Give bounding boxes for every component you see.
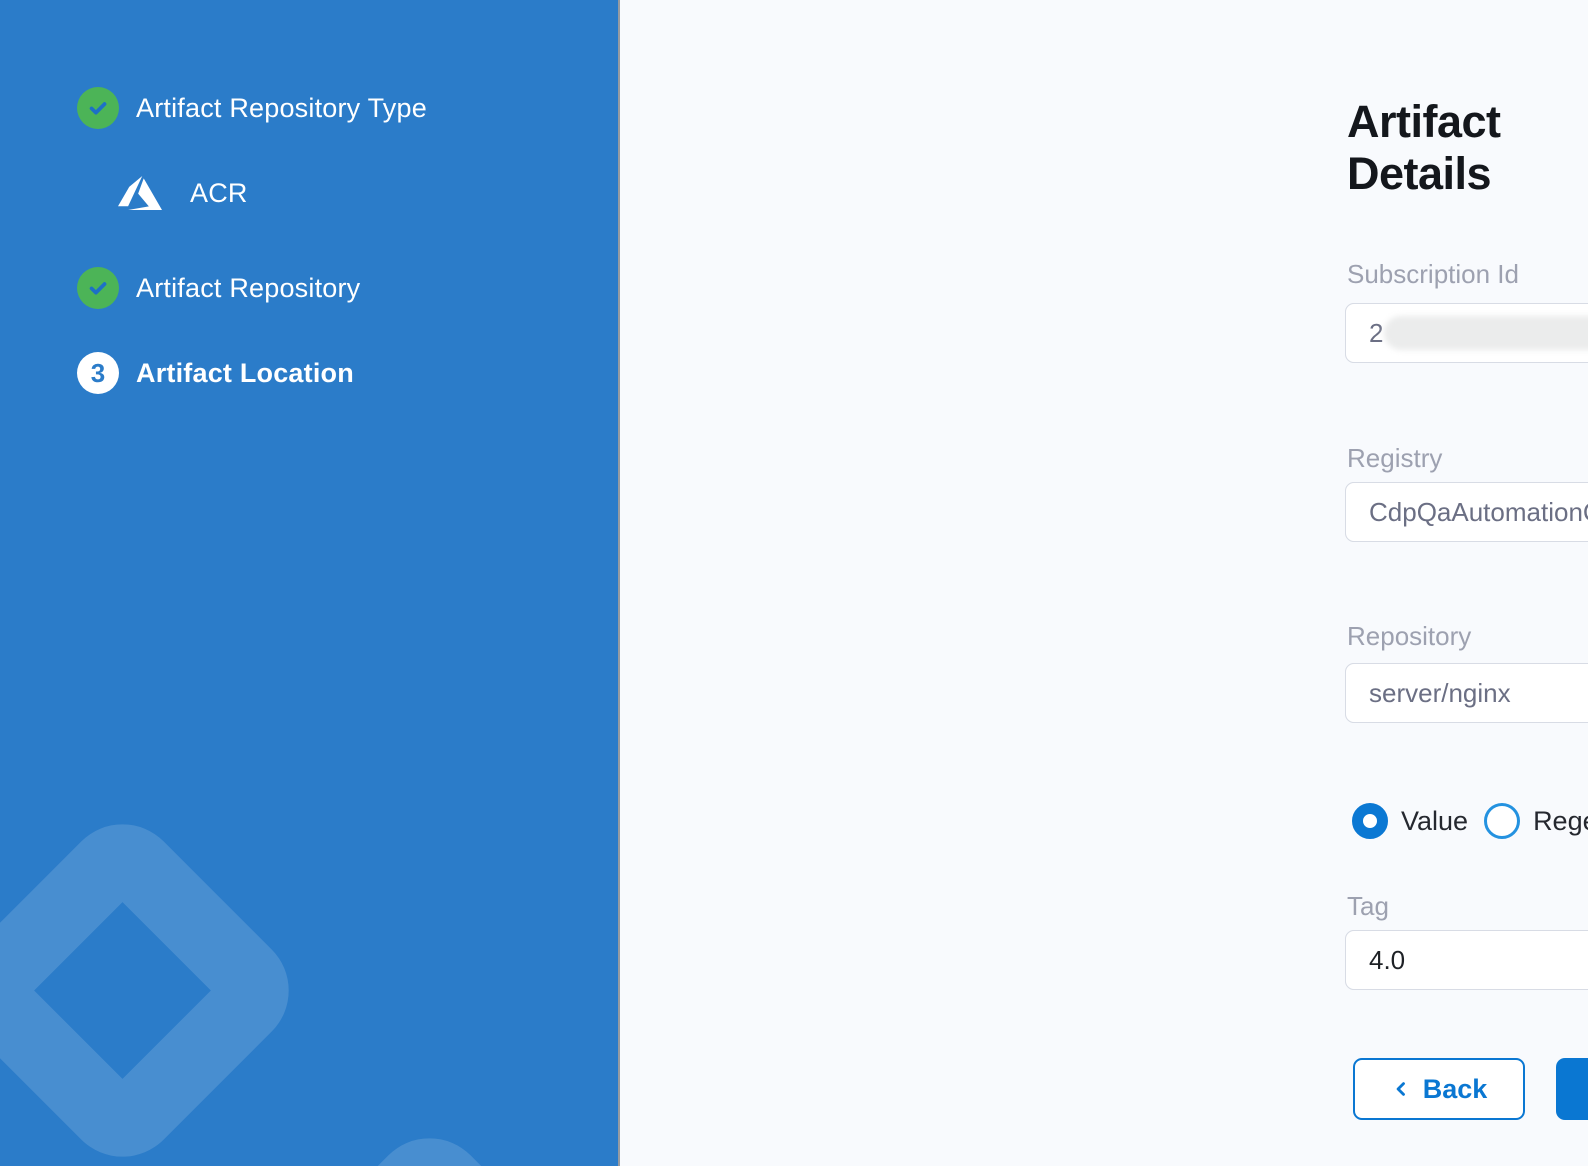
radio-regex-label: Regex xyxy=(1533,806,1588,837)
subscription-id-field: 2 9dcf0 xyxy=(1345,303,1588,363)
watermark-logo-shape xyxy=(0,1104,16,1166)
page-title: Artifact Details xyxy=(1347,96,1588,200)
subscription-id-label: Subscription Id xyxy=(1347,259,1519,290)
registry-value: CdpQaAutomationCr xyxy=(1369,497,1588,528)
radio-regex[interactable] xyxy=(1484,803,1520,839)
repository-select[interactable]: server/nginx xyxy=(1345,663,1588,723)
step-artifact-location[interactable]: 3 Artifact Location xyxy=(77,352,354,394)
artifact-details-panel: Artifact Details Subscription Id 2 9dcf0… xyxy=(620,0,1588,1166)
step-label: Artifact Location xyxy=(136,358,354,389)
wizard-sidebar: Artifact Repository Type ACR Artifact Re… xyxy=(0,0,620,1166)
radio-value[interactable] xyxy=(1352,803,1388,839)
tag-value: 4.0 xyxy=(1369,945,1405,976)
tag-input[interactable]: 4.0 xyxy=(1345,930,1588,990)
registry-label: Registry xyxy=(1347,443,1442,474)
subscription-id-value-prefix: 2 xyxy=(1369,318,1383,349)
step-artifact-repository[interactable]: Artifact Repository xyxy=(77,267,360,309)
watermark-logo-shape xyxy=(0,800,313,1166)
step-selected-type-acr[interactable]: ACR xyxy=(114,172,248,214)
back-button[interactable]: Back xyxy=(1353,1058,1525,1120)
subscription-id-select[interactable]: 2 9dcf0 xyxy=(1345,303,1588,363)
tag-field: 4.0 xyxy=(1345,930,1588,990)
check-circle-icon xyxy=(77,267,119,309)
submit-button[interactable]: Submit xyxy=(1556,1058,1588,1120)
check-circle-icon xyxy=(77,87,119,129)
tag-label: Tag xyxy=(1347,891,1389,922)
registry-field: CdpQaAutomationCr xyxy=(1345,482,1588,542)
tag-match-options: Value Regex xyxy=(1352,803,1588,839)
registry-select[interactable]: CdpQaAutomationCr xyxy=(1345,482,1588,542)
repository-value: server/nginx xyxy=(1369,678,1511,709)
repository-label: Repository xyxy=(1347,621,1471,652)
radio-value-label: Value xyxy=(1401,806,1468,837)
step-artifact-repository-type[interactable]: Artifact Repository Type xyxy=(77,87,427,129)
watermark-logo-shape xyxy=(239,1114,619,1166)
repository-field: server/nginx xyxy=(1345,663,1588,723)
chevron-left-icon xyxy=(1391,1079,1411,1099)
step-label: ACR xyxy=(190,178,248,209)
azure-icon xyxy=(114,171,166,215)
step-number-badge: 3 xyxy=(77,352,119,394)
step-label: Artifact Repository Type xyxy=(136,93,427,124)
step-label: Artifact Repository xyxy=(136,273,360,304)
redacted-value-blur xyxy=(1384,316,1588,350)
back-button-label: Back xyxy=(1423,1074,1488,1105)
